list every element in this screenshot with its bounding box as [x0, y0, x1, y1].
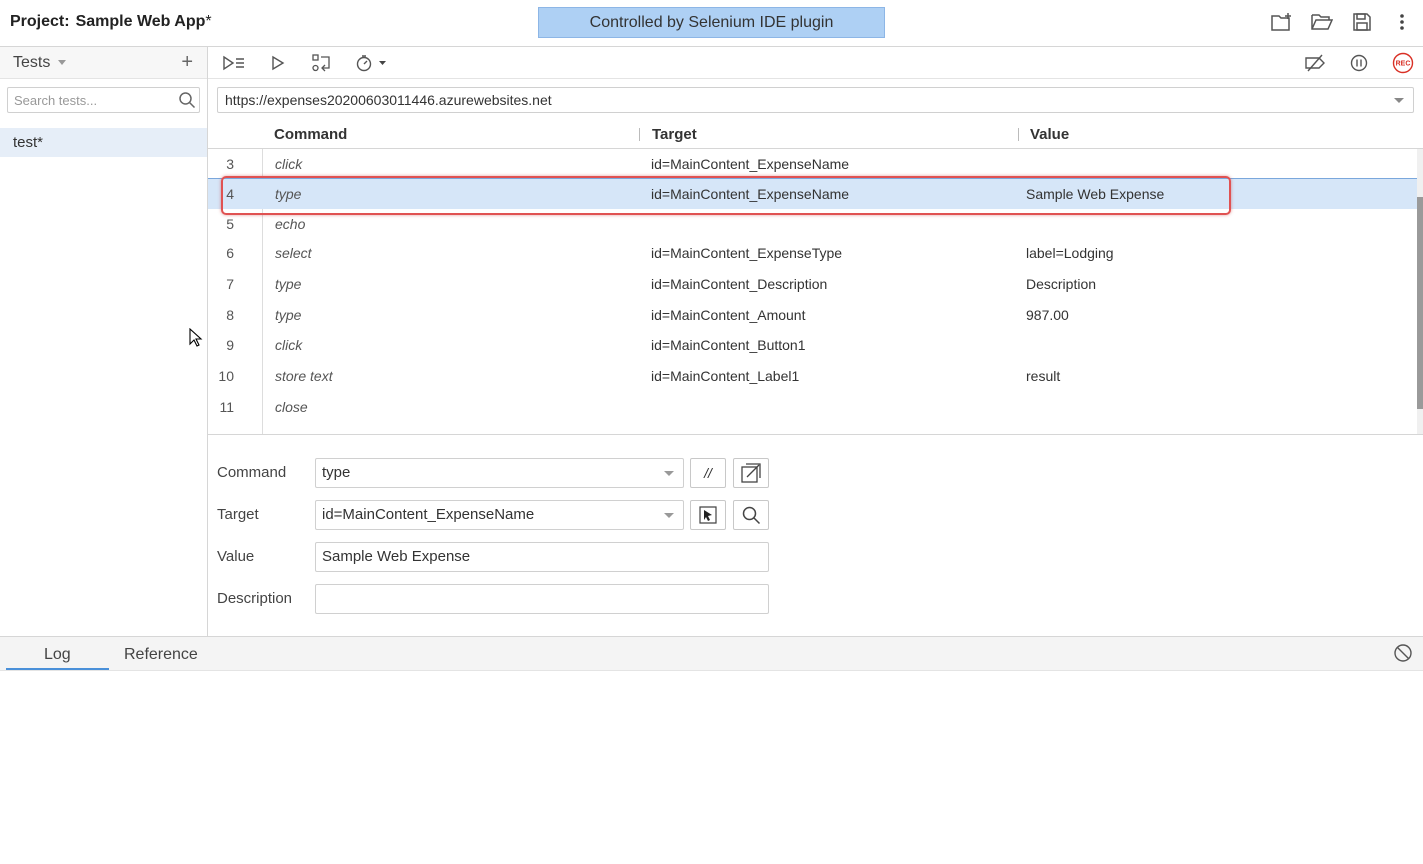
command-editor: Command type // Target id=MainContent_Ex…: [208, 435, 1423, 636]
new-project-icon[interactable]: [1271, 10, 1293, 34]
row-value: Description: [1026, 276, 1097, 292]
row-number: 11: [219, 399, 234, 415]
search-icon[interactable]: [178, 91, 196, 112]
svg-text:REC: REC: [1396, 61, 1411, 68]
grid-scrollbar-thumb[interactable]: [1417, 197, 1423, 409]
sidebar-title: Tests: [13, 53, 51, 71]
row-value: result: [1026, 368, 1061, 384]
column-header-target: Target: [652, 126, 697, 143]
disable-breakpoints-icon[interactable]: [1303, 52, 1327, 74]
row-number: 6: [226, 245, 234, 261]
row-number: 9: [226, 337, 234, 353]
column-header-value: Value: [1030, 126, 1070, 143]
table-row[interactable]: 8 type id=MainContent_Amount 987.00: [208, 300, 1418, 331]
command-label: Command: [217, 464, 287, 481]
log-output: [0, 671, 1423, 861]
search-tests-input[interactable]: [8, 88, 173, 112]
row-value: 987.00: [1026, 307, 1069, 323]
row-command: type: [275, 307, 302, 323]
row-number: 7: [226, 276, 234, 292]
table-row[interactable]: 10 store text id=MainContent_Label1 resu…: [208, 361, 1418, 392]
row-number: 10: [218, 368, 234, 384]
chevron-down-icon[interactable]: [664, 513, 674, 518]
pause-on-exceptions-icon[interactable]: [1347, 52, 1371, 74]
mouse-cursor-icon: [189, 327, 203, 351]
main-toolbar: REC: [208, 47, 1423, 79]
highlight-annotation-box: [221, 176, 1231, 215]
base-url-value: https://expenses20200603011446.azurewebs…: [225, 92, 552, 108]
table-row[interactable]: 7 type id=MainContent_Description Descri…: [208, 269, 1418, 300]
row-command: select: [275, 245, 312, 261]
base-url-combobox[interactable]: https://expenses20200603011446.azurewebs…: [217, 87, 1414, 113]
step-over-icon[interactable]: [310, 52, 334, 74]
find-target-button[interactable]: [733, 500, 769, 530]
controlled-banner: Controlled by Selenium IDE plugin: [538, 7, 885, 38]
row-target: id=MainContent_Label1: [651, 368, 800, 384]
open-reference-button[interactable]: [733, 458, 769, 488]
record-icon[interactable]: REC: [1391, 52, 1415, 74]
value-label: Value: [217, 548, 255, 565]
open-in-new-icon: [741, 463, 761, 483]
tests-dropdown[interactable]: Tests +: [0, 47, 207, 79]
table-row[interactable]: 9 click id=MainContent_Button1: [208, 330, 1418, 361]
add-test-icon[interactable]: +: [181, 52, 193, 72]
grid-header: Command Target Value: [208, 120, 1423, 149]
select-element-icon: [699, 506, 717, 524]
row-target: id=MainContent_Amount: [651, 307, 806, 323]
description-field[interactable]: [315, 584, 769, 614]
speed-timer-icon[interactable]: [354, 52, 388, 74]
bottom-panel: Log Reference: [0, 636, 1423, 864]
description-label: Description: [217, 590, 293, 607]
row-command: type: [275, 276, 302, 292]
search-tests-box: [7, 87, 200, 113]
test-list-item[interactable]: test*: [0, 128, 207, 157]
target-label: Target: [217, 506, 259, 523]
modified-mark: *: [205, 13, 212, 30]
table-row[interactable]: 11 close: [208, 392, 1418, 423]
tab-reference[interactable]: Reference: [124, 646, 198, 664]
project-label: Project:: [10, 13, 70, 30]
target-value: id=MainContent_ExpenseName: [322, 506, 535, 523]
table-row[interactable]: 6 select id=MainContent_ExpenseType labe…: [208, 238, 1418, 269]
command-value: type: [322, 464, 351, 481]
bottom-tabs: Log Reference: [0, 637, 1423, 671]
column-header-command: Command: [274, 126, 348, 143]
active-tab-indicator: [6, 668, 109, 670]
command-grid: Command Target Value 3 click id=MainCont…: [208, 120, 1423, 435]
more-options-icon[interactable]: [1391, 10, 1413, 34]
select-target-button[interactable]: [690, 500, 726, 530]
row-command: close: [275, 399, 308, 415]
open-project-icon[interactable]: [1311, 10, 1333, 34]
value-field[interactable]: Sample Web Expense: [315, 542, 769, 572]
chevron-down-icon: [58, 60, 67, 65]
column-resizer[interactable]: [639, 128, 640, 141]
value-value: Sample Web Expense: [322, 548, 471, 565]
column-resizer[interactable]: [1018, 128, 1019, 141]
row-command: click: [275, 337, 303, 353]
chevron-down-icon[interactable]: [1394, 98, 1404, 103]
row-command: store text: [275, 368, 333, 384]
clear-log-icon[interactable]: [1393, 643, 1413, 666]
chevron-down-icon[interactable]: [664, 471, 674, 476]
project-title: Project: Sample Web App*: [10, 13, 212, 31]
title-bar: Project: Sample Web App* Controlled by Se…: [0, 0, 1423, 47]
tab-log[interactable]: Log: [44, 646, 71, 664]
row-value: label=Lodging: [1026, 245, 1114, 261]
save-project-icon[interactable]: [1351, 10, 1373, 34]
comment-label: //: [704, 465, 712, 481]
tests-sidebar: Tests + test*: [0, 47, 208, 636]
row-target: id=MainContent_Button1: [651, 337, 806, 353]
search-icon: [742, 506, 761, 525]
row-target: id=MainContent_ExpenseType: [651, 245, 843, 261]
run-current-test-icon[interactable]: [266, 52, 290, 74]
project-name[interactable]: Sample Web App: [76, 13, 206, 30]
row-number: 8: [226, 307, 234, 323]
command-field[interactable]: type: [315, 458, 684, 488]
run-all-tests-icon[interactable]: [222, 52, 246, 74]
row-target: id=MainContent_Description: [651, 276, 828, 292]
target-field[interactable]: id=MainContent_ExpenseName: [315, 500, 684, 530]
comment-toggle-button[interactable]: //: [690, 458, 726, 488]
